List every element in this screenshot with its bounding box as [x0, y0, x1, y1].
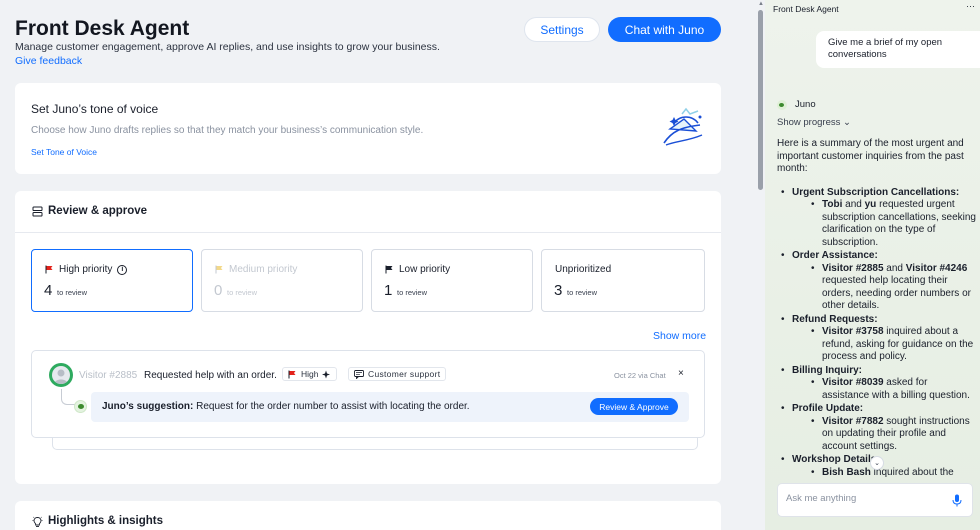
- priority-count: 4: [44, 282, 53, 299]
- assistant-name: Juno: [795, 99, 816, 110]
- set-tone-link[interactable]: Set Tone of Voice: [31, 147, 97, 157]
- person-icon: [54, 369, 68, 384]
- priority-note: to review: [397, 288, 428, 297]
- priority-tag-label: High: [301, 369, 319, 379]
- highlights-insights-card: Highlights & insights: [15, 501, 721, 530]
- stacked-card-shadow: [52, 436, 698, 450]
- answer-item-heading: Profile Update:: [792, 403, 864, 414]
- mic-icon[interactable]: [952, 494, 962, 507]
- flag-icon: [215, 265, 223, 274]
- chat-bubble-icon: [354, 369, 364, 379]
- sparkle-icon: [322, 370, 331, 378]
- answer-item-heading: Order Assistance:: [792, 250, 878, 261]
- answer-item-detail: Visitor #8039 asked for assistance with …: [807, 377, 977, 402]
- page-title: Front Desk Agent: [15, 17, 190, 40]
- priority-card-high[interactable]: High priority i 4 to review: [31, 249, 193, 312]
- priority-tag: High: [282, 367, 338, 381]
- answer-item: Order Assistance: Visitor #2885 and Visit…: [777, 250, 977, 313]
- chat-with-juno-button[interactable]: Chat with Juno: [608, 17, 721, 42]
- scroll-thumb[interactable]: [758, 10, 763, 190]
- suggestion-body: Request for the order number to assist w…: [196, 401, 470, 412]
- conversation-message: Requested help with an order.: [144, 370, 277, 381]
- priority-count: 1: [384, 282, 393, 299]
- priority-label: Unprioritized: [555, 264, 611, 275]
- chevron-down-icon[interactable]: ⌄: [870, 456, 884, 470]
- answer-list: Urgent Subscription Cancellations:Tobi a…: [777, 187, 977, 480]
- priority-label: High priority i: [45, 264, 128, 275]
- insights-title: Highlights & insights: [48, 515, 163, 527]
- review-icon: [32, 206, 43, 217]
- priority-count: 0: [214, 282, 223, 299]
- conversation-visitor: Visitor #2885: [79, 370, 138, 381]
- review-approve-card: Review & approve High priority i 4 to re…: [15, 191, 721, 484]
- tone-title: Set Juno’s tone of voice: [31, 102, 159, 116]
- priority-label: Low priority: [385, 264, 450, 275]
- juno-chat-panel: Front Desk Agent ··· Give me a brief of …: [765, 0, 980, 530]
- thread-connector: [61, 389, 75, 405]
- answer-item: Refund Requests:Visitor #3758 inquired a…: [777, 314, 977, 364]
- juno-avatar: [74, 400, 87, 413]
- answer-item-detail: Tobi and yu requested urgent subscriptio…: [807, 199, 977, 249]
- tone-of-voice-card: Set Juno’s tone of voice Choose how Juno…: [15, 83, 721, 174]
- main-content: Front Desk Agent Manage customer engagem…: [0, 0, 757, 530]
- ask-input[interactable]: [786, 493, 946, 504]
- more-options-icon[interactable]: ···: [966, 1, 975, 11]
- flag-icon: [288, 370, 296, 378]
- suggestion-text: Juno’s suggestion: Request for the order…: [102, 401, 470, 412]
- show-progress-toggle[interactable]: Show progress ⌄: [777, 117, 851, 128]
- page-subtitle: Manage customer engagement, approve AI r…: [15, 41, 440, 53]
- give-feedback-link[interactable]: Give feedback: [15, 55, 82, 67]
- main-scrollbar[interactable]: ▲: [757, 0, 765, 530]
- info-icon[interactable]: i: [117, 264, 128, 275]
- answer-intro: Here is a summary of the most urgent and…: [777, 138, 964, 174]
- priority-note: to review: [57, 288, 88, 297]
- close-icon[interactable]: ×: [678, 368, 684, 379]
- category-tag: Customer support: [348, 367, 447, 381]
- ask-box: [777, 483, 973, 517]
- flag-icon: [385, 265, 393, 274]
- flag-icon: [45, 265, 53, 274]
- priority-label-text: Medium priority: [229, 264, 298, 275]
- review-title: Review & approve: [48, 205, 148, 217]
- review-header: Review & approve: [15, 191, 721, 233]
- conversation-date: Oct 22 via Chat: [614, 371, 666, 380]
- priority-card-unprioritized[interactable]: Unprioritized 3 to review: [541, 249, 705, 312]
- priority-card-low[interactable]: Low priority 1 to review: [371, 249, 533, 312]
- lightbulb-icon: [32, 516, 43, 527]
- answer-item-heading: Billing Inquiry:: [792, 364, 862, 376]
- review-approve-button[interactable]: Review & Approve: [590, 398, 678, 415]
- answer-item-detail: Bish Bash inquired about the: [807, 467, 977, 480]
- scroll-up-icon[interactable]: ▲: [758, 1, 764, 7]
- answer-item-detail: Visitor #7882 sought instructions on upd…: [807, 416, 977, 454]
- conversation-item[interactable]: Visitor #2885 Requested help with an ord…: [31, 350, 705, 438]
- priority-count: 3: [554, 282, 563, 299]
- priority-label: Medium priority: [215, 264, 297, 275]
- assistant-answer: Here is a summary of the most urgent and…: [777, 138, 977, 480]
- user-message: Give me a brief of my open conversations: [816, 31, 980, 68]
- category-tag-label: Customer support: [368, 369, 441, 379]
- suggestion-label: Juno’s suggestion:: [102, 401, 194, 412]
- avatar: [49, 363, 73, 387]
- priority-label-text: Unprioritized: [555, 264, 612, 275]
- juno-avatar: [777, 100, 787, 110]
- panel-title: Front Desk Agent: [773, 4, 839, 14]
- answer-item: Profile Update: Visitor #7882 sought inst…: [777, 403, 977, 453]
- priority-label-text: Low priority: [399, 264, 451, 275]
- show-more-link[interactable]: Show more: [653, 330, 706, 342]
- answer-item-detail: Visitor #2885 and Visitor #4246 requeste…: [807, 263, 977, 313]
- tone-description: Choose how Juno drafts replies so that t…: [31, 125, 424, 136]
- priority-label-text: High priority: [59, 264, 113, 275]
- answer-item-heading: Urgent Subscription Cancellations:: [792, 186, 960, 198]
- priority-card-medium[interactable]: Medium priority 0 to review: [201, 249, 363, 312]
- priority-note: to review: [227, 288, 258, 297]
- answer-item-heading: Workshop Details:: [792, 454, 880, 465]
- answer-item-detail: Visitor #3758 inquired about a refund, a…: [807, 326, 977, 364]
- answer-item: Billing Inquiry:Visitor #8039 asked for …: [777, 365, 977, 403]
- priority-note: to review: [567, 288, 598, 297]
- answer-item-heading: Refund Requests:: [792, 313, 878, 325]
- answer-item: Urgent Subscription Cancellations:Tobi a…: [777, 187, 977, 250]
- juno-suggestion: Juno’s suggestion: Request for the order…: [91, 392, 689, 422]
- settings-button[interactable]: Settings: [524, 17, 600, 42]
- tone-illustration-icon: [663, 107, 703, 146]
